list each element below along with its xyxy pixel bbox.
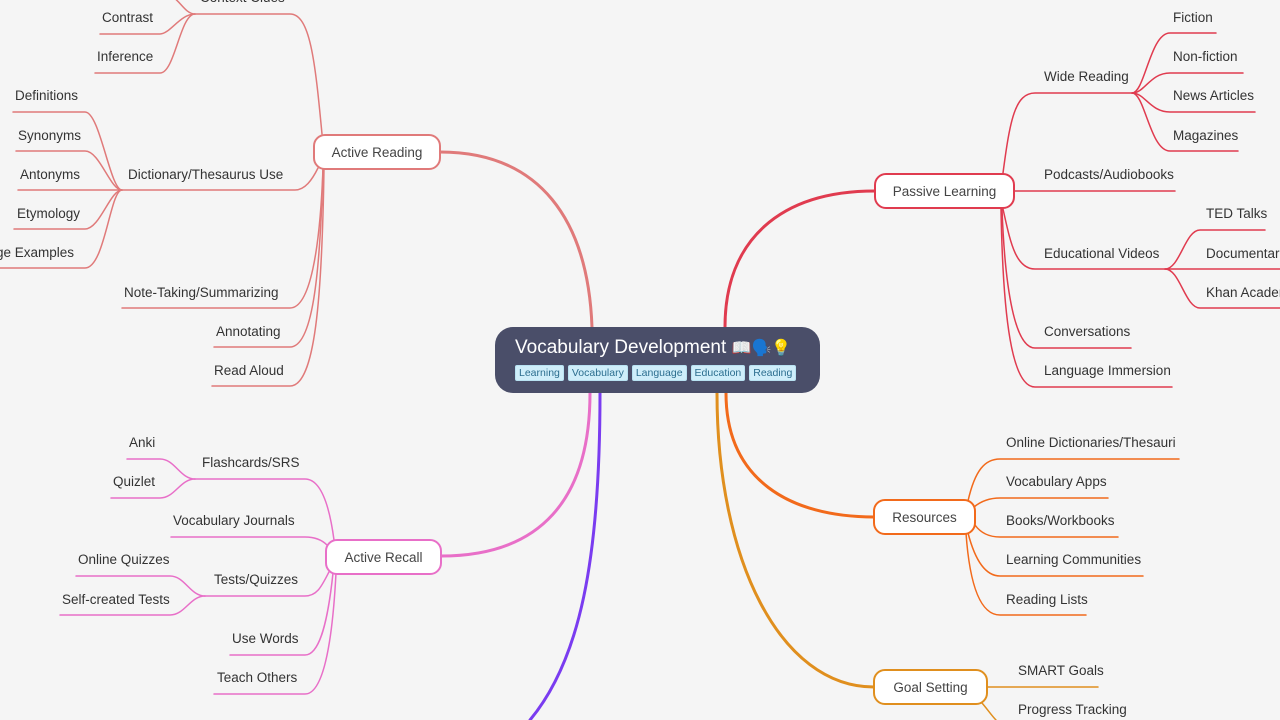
node-podcasts-audiobooks[interactable]: Podcasts/Audiobooks <box>1044 166 1174 184</box>
tag[interactable]: Reading <box>749 365 797 381</box>
edge-root-resources <box>724 391 876 519</box>
node-magazines[interactable]: Magazines <box>1173 127 1238 145</box>
tag[interactable]: Language <box>631 365 687 381</box>
branch-goal-setting[interactable]: Goal Setting <box>873 669 988 705</box>
branch-active-reading[interactable]: Active Reading <box>313 134 441 170</box>
node-flashcards-srs[interactable]: Flashcards/SRS <box>202 454 300 472</box>
node-anki[interactable]: Anki <box>129 434 155 452</box>
node-read-aloud[interactable]: Read Aloud <box>214 362 284 380</box>
node-note-taking[interactable]: Note-Taking/Summarizing <box>124 284 279 302</box>
edge-connector <box>973 497 1109 508</box>
root-title: Vocabulary Development <box>515 337 727 358</box>
edge-connector <box>981 702 997 720</box>
node-non-fiction[interactable]: Non-fiction <box>1173 48 1238 66</box>
edge-connector <box>213 167 324 348</box>
node-online-quizzes[interactable]: Online Quizzes <box>78 551 170 569</box>
node-conversations[interactable]: Conversations <box>1044 323 1130 341</box>
edge-root-passive-learning <box>723 189 877 329</box>
node-inference[interactable]: Inference <box>97 48 153 66</box>
edge-root-active-recall <box>439 391 592 558</box>
node-news-articles[interactable]: News Articles <box>1173 87 1254 105</box>
tag[interactable]: Vocabulary <box>567 365 628 381</box>
branch-active-recall[interactable]: Active Recall <box>325 539 442 575</box>
node-tests-quizzes[interactable]: Tests/Quizzes <box>214 571 298 589</box>
edge-connector <box>175 0 196 15</box>
node-fiction[interactable]: Fiction <box>1173 9 1213 27</box>
node-contrast[interactable]: Contrast <box>102 9 153 27</box>
edge-connector <box>170 536 328 546</box>
node-usage-examples[interactable]: Usage Examples <box>0 244 74 262</box>
node-ted-talks[interactable]: TED Talks <box>1206 205 1267 223</box>
edge-connector <box>194 478 335 541</box>
node-online-dictionaries[interactable]: Online Dictionaries/Thesauri <box>1006 434 1176 452</box>
node-etymology[interactable]: Etymology <box>17 205 80 223</box>
node-reading-lists[interactable]: Reading Lists <box>1006 591 1088 609</box>
node-context-clues[interactable]: Context Clues <box>200 0 285 7</box>
edge-connector <box>211 167 325 387</box>
node-quizlet[interactable]: Quizlet <box>113 473 155 491</box>
root-node[interactable]: Vocabulary Development 📖🗣️💡 Learning Voc… <box>495 327 820 393</box>
tag[interactable]: Education <box>690 365 746 381</box>
edge-root-goal-setting <box>715 391 876 689</box>
node-progress-tracking[interactable]: Progress Tracking <box>1018 701 1127 719</box>
node-antonyms[interactable]: Antonyms <box>20 166 80 184</box>
node-khan-academy[interactable]: Khan Academy <box>1206 284 1280 302</box>
node-language-immersion[interactable]: Language Immersion <box>1044 362 1171 380</box>
edge-connector <box>1002 92 1133 174</box>
branch-passive-learning[interactable]: Passive Learning <box>874 173 1015 209</box>
edge-connector <box>1000 208 1173 388</box>
node-definitions[interactable]: Definitions <box>15 87 78 105</box>
edge-root-active-reading <box>438 150 594 329</box>
book-speaker-bulb-icons: 📖🗣️💡 <box>731 340 792 357</box>
node-vocabulary-apps[interactable]: Vocabulary Apps <box>1006 473 1107 491</box>
node-vocabulary-journals[interactable]: Vocabulary Journals <box>173 512 295 530</box>
node-books-workbooks[interactable]: Books/Workbooks <box>1006 512 1115 530</box>
node-synonyms[interactable]: Synonyms <box>18 127 81 145</box>
node-use-words[interactable]: Use Words <box>232 630 299 648</box>
branch-resources[interactable]: Resources <box>873 499 976 535</box>
node-documentaries[interactable]: Documentaries <box>1206 245 1280 263</box>
node-teach-others[interactable]: Teach Others <box>217 669 297 687</box>
node-educational-videos[interactable]: Educational Videos <box>1044 245 1159 263</box>
node-learning-communities[interactable]: Learning Communities <box>1006 551 1141 569</box>
edge-root-hidden-branch <box>528 391 602 720</box>
edge-connector <box>194 13 323 135</box>
node-smart-goals[interactable]: SMART Goals <box>1018 662 1104 680</box>
node-wide-reading[interactable]: Wide Reading <box>1044 68 1129 86</box>
tag[interactable]: Learning <box>515 365 564 381</box>
node-annotating[interactable]: Annotating <box>216 323 281 341</box>
node-self-created-tests[interactable]: Self-created Tests <box>62 591 170 609</box>
tag-list: Learning Vocabulary Language Education R… <box>515 365 800 381</box>
node-dictionary-thesaurus-use[interactable]: Dictionary/Thesaurus Use <box>128 166 283 184</box>
